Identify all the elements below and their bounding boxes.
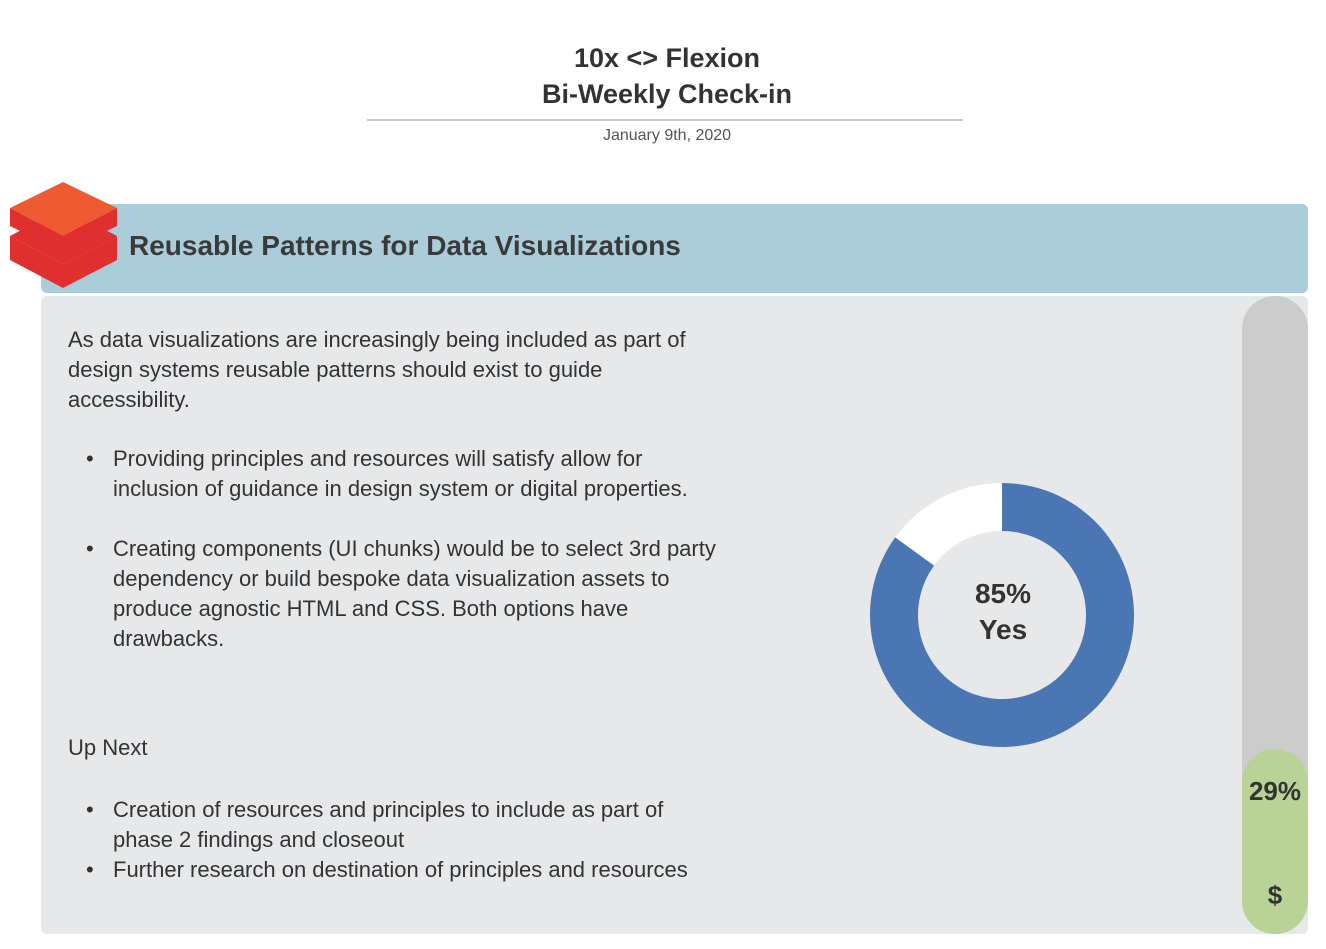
findings-list: • Providing principles and resources wil… [68,444,728,654]
page-header: 10x <> Flexion Bi-Weekly Check-in [0,40,1326,112]
list-item: • Creating components (UI chunks) would … [68,534,728,654]
section-title: Reusable Patterns for Data Visualization… [129,230,681,261]
up-next-list: • Creation of resources and principles t… [68,795,688,885]
stacked-layers-icon [10,182,117,288]
bullet-glyph: • [86,446,94,471]
list-item: • Further research on destination of pri… [68,855,688,885]
list-item-text: Creation of resources and principles to … [113,797,664,852]
donut-center-label: 85% Yes [903,576,1103,648]
list-item: • Providing principles and resources wil… [68,444,728,504]
list-item: • Creation of resources and principles t… [68,795,688,855]
donut-value: 85% [974,578,1032,609]
page-title-line-2: Bi-Weekly Check-in [541,79,793,109]
budget-progress-value: 29% [1248,776,1302,806]
list-item-text: Further research on destination of princ… [113,857,688,882]
page-title-line-1: 10x <> Flexion [573,43,761,73]
header-divider [367,119,963,121]
donut-category: Yes [978,614,1028,645]
bullet-glyph: • [86,857,94,882]
list-item-text: Providing principles and resources will … [113,446,688,501]
bullet-glyph: • [86,536,94,561]
list-item-text: Creating components (UI chunks) would be… [113,536,716,651]
up-next-heading: Up Next [68,735,148,760]
bullet-glyph: • [86,797,94,822]
dollar-icon: $ [1267,880,1283,910]
intro-paragraph: As data visualizations are increasingly … [68,327,686,412]
meeting-date: January 9th, 2020 [602,127,732,144]
